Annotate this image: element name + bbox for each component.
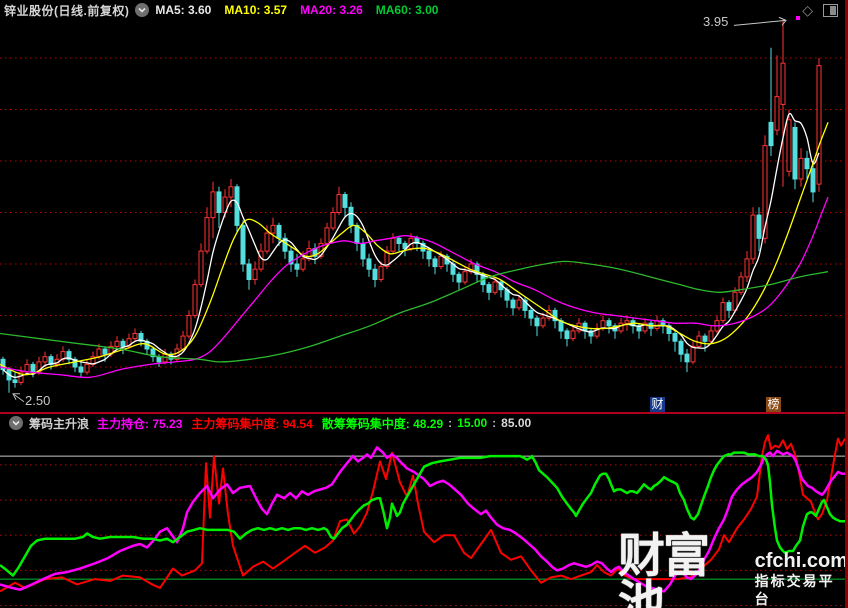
watermark-domain: cfchi.com (754, 549, 848, 572)
indicator-field-main-concentration: 主力筹码集中度: 94.54 (191, 416, 313, 431)
high-price-label: 3.95 (703, 14, 729, 29)
watermark-char-cai: 财 (650, 397, 665, 412)
indicator-field-main-position: 主力持仓: 75.23 (97, 416, 183, 431)
price-pane[interactable] (0, 20, 848, 413)
watermark-tagline: 指标交易平台 (754, 572, 835, 607)
watermark-char-bang: 榜 (766, 397, 781, 412)
collapse-chevron-icon[interactable] (135, 3, 150, 17)
collapse-chevron-icon[interactable] (9, 416, 23, 430)
indicator-name[interactable]: 筹码主升浪 (29, 415, 89, 432)
indicator-pane[interactable]: 财富池 cfchi.com 指标交易平台 (0, 432, 848, 608)
indicator-ref-low: 15.00 (457, 416, 488, 430)
panel-layout-icon[interactable] (823, 3, 838, 17)
indicator-header: 筹码主升浪 主力持仓: 75.23 主力筹码集中度: 94.54 散筹筹码集中度… (0, 414, 848, 432)
app-window: 锌业股份(日线.前复权) MA5: 3.60 MA10: 3.57 MA20: … (0, 0, 848, 608)
symbol-title: 锌业股份(日线.前复权) (4, 3, 130, 18)
indicator-ref-high: 85.00 (501, 416, 532, 430)
watermark-brand: 财富池 (618, 529, 710, 608)
ma5-label: MA5: 3.60 (155, 3, 212, 17)
ma10-label: MA10: 3.57 (224, 3, 288, 17)
indicator-field-retail-concentration: 散筹筹码集中度: 48.29 (321, 416, 444, 431)
candlestick-chart[interactable] (0, 20, 848, 413)
low-price-label: 2.50 (25, 393, 51, 408)
ma60-label: MA60: 3.00 (375, 3, 439, 17)
diamond-icon[interactable]: ◇ (802, 3, 813, 17)
watermark: 财富池 cfchi.com 指标交易平台 (618, 532, 848, 608)
separator-colon: : (492, 416, 497, 430)
separator-colon: : (448, 416, 453, 430)
ma20-label: MA20: 3.26 (300, 3, 363, 17)
